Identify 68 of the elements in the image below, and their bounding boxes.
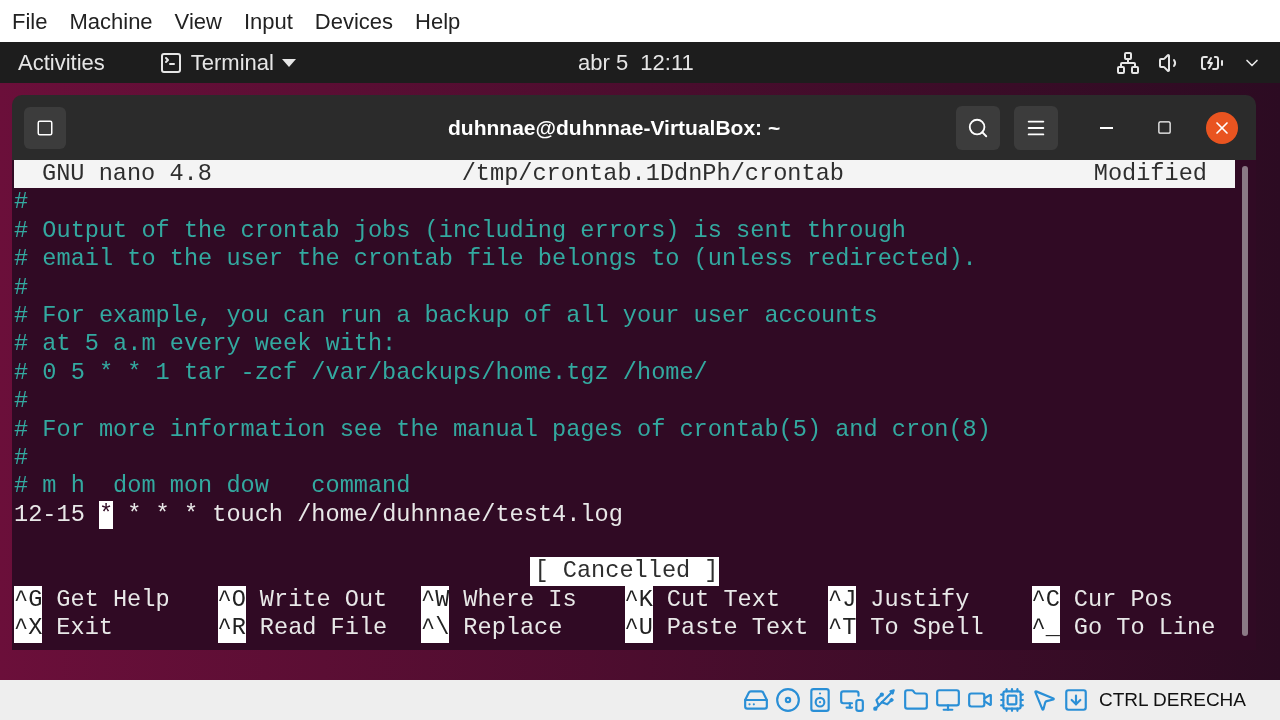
shortcut-label: Justify: [870, 585, 970, 615]
new-tab-button[interactable]: [24, 106, 66, 149]
shortcut-label: Paste Text: [666, 614, 809, 643]
code-text: * * * touch /home/duhnnae/test4.log: [126, 500, 623, 530]
comment-line: #: [14, 273, 29, 302]
folder-icon[interactable]: [902, 687, 929, 713]
comment-line: # For more information see the manual pages of crontab(5) and cron(8): [14, 415, 991, 444]
host-key: CTRL DERECHA: [1098, 685, 1246, 715]
window-title: duhnnae@duhnnae-VirtualBox: ~: [448, 114, 781, 141]
app-menu[interactable]: Terminal: [190, 46, 274, 79]
shortcut-label: Cur Pos: [1073, 585, 1173, 615]
search-button[interactable]: [956, 105, 1000, 150]
menu-item[interactable]: Help: [415, 4, 461, 38]
menu-item[interactable]: Input: [243, 4, 293, 38]
optical-disc-icon[interactable]: [774, 687, 801, 713]
shortcut-label: Write Out: [259, 585, 388, 615]
search-icon: [967, 116, 989, 139]
shortcut-label: Go To Line: [1073, 614, 1216, 643]
shortcut-label: Cut Text: [666, 585, 781, 615]
close-button[interactable]: [1206, 111, 1238, 144]
shortcut-label: Read File: [259, 614, 388, 643]
shortcut-key: ^\: [421, 614, 450, 643]
download-icon[interactable]: [1062, 687, 1089, 713]
shortcut-label: Replace: [463, 614, 563, 643]
minimize-icon: [1099, 126, 1113, 129]
usb-icon[interactable]: [870, 687, 897, 713]
shortcut-label: Get Help: [56, 585, 170, 615]
comment-line: # For example, you can run a backup of all your user accounts: [14, 301, 878, 331]
shortcut-label: Exit: [56, 614, 113, 643]
comment-line: #: [14, 188, 29, 217]
shortcut-label: To Spell: [870, 614, 984, 643]
clock[interactable]: abr 5 12:11: [578, 46, 694, 79]
shortcut-label: Where Is: [463, 585, 577, 615]
shortcut-key: ^R: [217, 614, 246, 643]
shortcut-key: ^C: [1031, 585, 1060, 615]
shortcut-key: ^K: [624, 585, 653, 615]
activities-button[interactable]: Activities: [18, 46, 105, 79]
maximize-icon: [1156, 120, 1172, 135]
new-tab-icon: [36, 118, 54, 137]
shortcut-key: ^J: [828, 585, 857, 615]
menu-button[interactable]: [1014, 105, 1058, 150]
comment-line: #: [14, 387, 29, 416]
comment-line: # Output of the crontab jobs (including errors) is sent through: [14, 216, 906, 246]
shortcut-key: ^X: [14, 614, 43, 643]
chip-icon[interactable]: [998, 687, 1025, 713]
caret-icon: [281, 58, 296, 67]
file-status: Modified: [1093, 160, 1207, 189]
file-path: /tmp/crontab.1DdnPh/crontab: [461, 160, 844, 189]
comment-line: # email to the user the crontab file belongs to (unless redirected).: [14, 245, 977, 274]
menu-item[interactable]: Devices: [314, 4, 394, 38]
comment-line: # 0 5 * * 1 tar -zcf /var/backups/home.tgz /home/: [14, 358, 708, 388]
shortcut-key: ^_: [1031, 614, 1060, 643]
comment-line: # at 5 a.m every week with:: [14, 330, 397, 359]
nano-version: GNU nano 4.8: [42, 160, 212, 189]
shortcut-key: ^T: [828, 614, 857, 643]
shortcut-key: ^U: [624, 614, 653, 643]
text-cursor: *: [98, 500, 114, 530]
comment-line: #: [14, 443, 29, 473]
status-message: [ Cancelled ]: [530, 557, 719, 586]
display-icon[interactable]: [934, 687, 961, 713]
terminal-icon: [158, 50, 183, 75]
comment-line: # m h dom mon dow command: [14, 472, 411, 501]
menu-item[interactable]: File: [12, 4, 48, 38]
shortcut-key: ^O: [217, 585, 246, 615]
shortcut-key: ^G: [14, 585, 43, 615]
code-text: 12-15: [14, 500, 86, 530]
menu-item[interactable]: Machine: [69, 4, 153, 38]
menu-item[interactable]: View: [174, 4, 222, 38]
